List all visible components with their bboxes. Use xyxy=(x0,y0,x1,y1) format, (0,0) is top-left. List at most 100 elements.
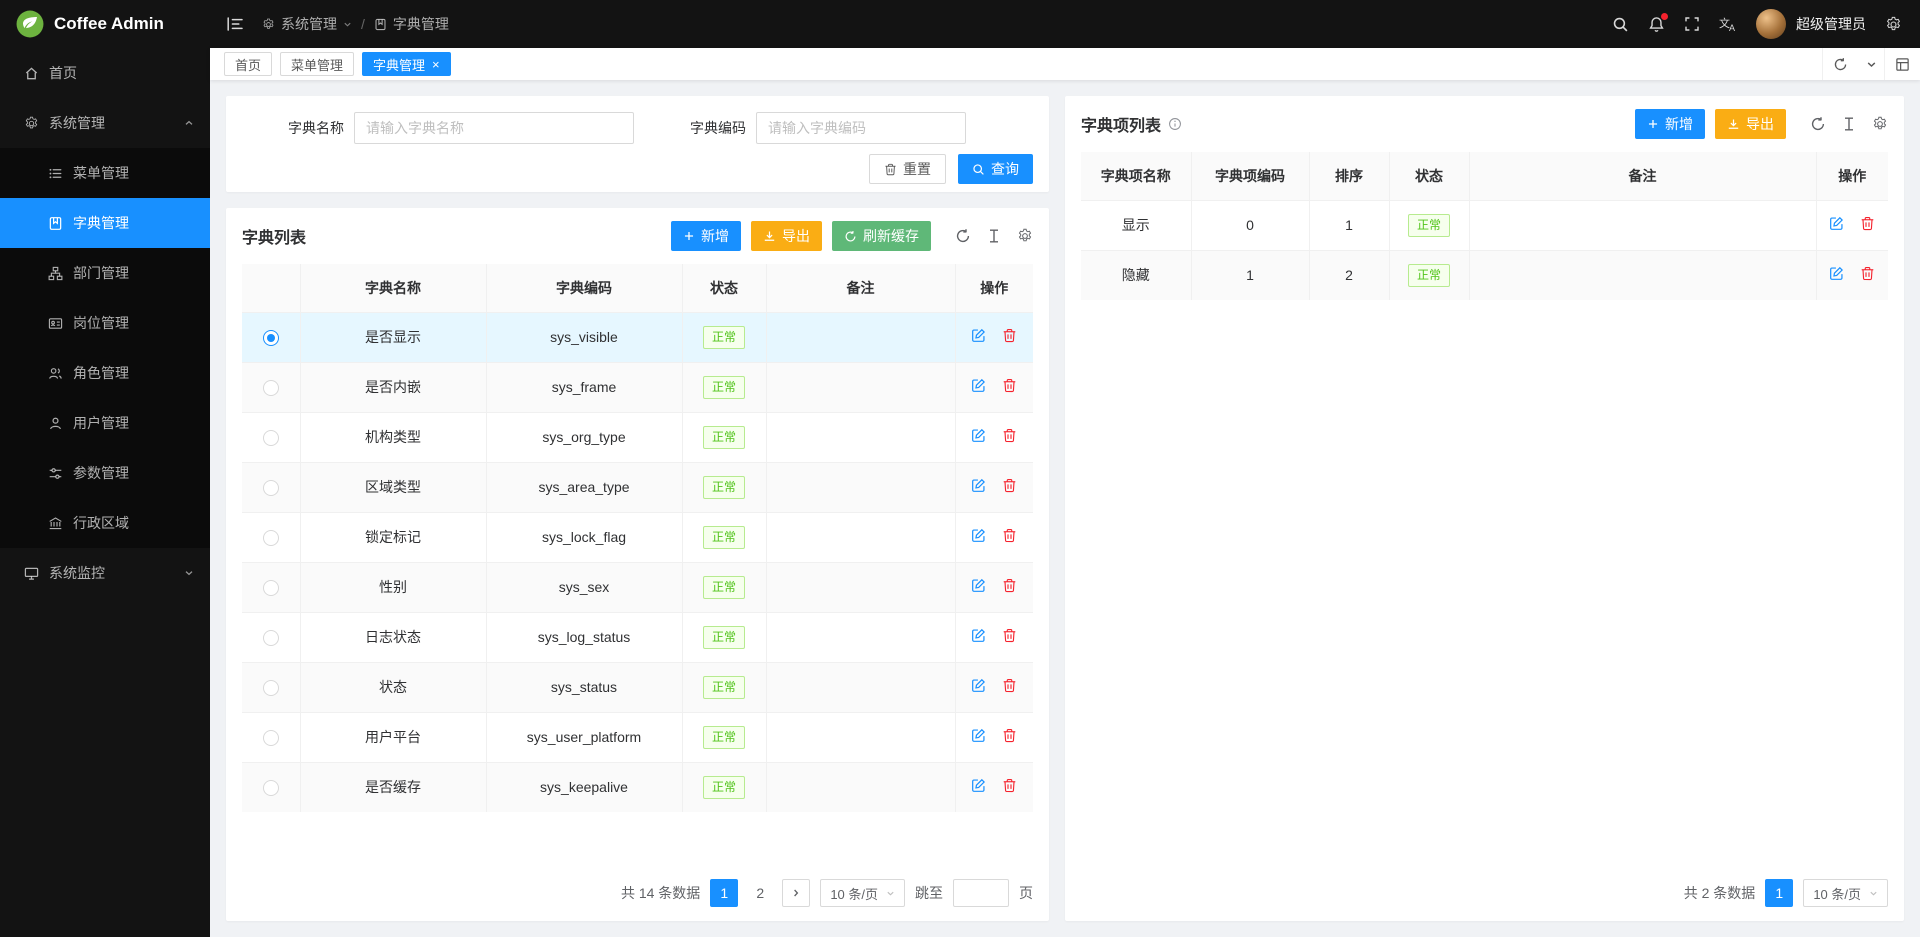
tab-actions-button[interactable] xyxy=(1858,48,1884,80)
sidebar-item-post[interactable]: 岗位管理 xyxy=(0,298,210,348)
delete-icon[interactable] xyxy=(1002,728,1017,743)
delete-icon[interactable] xyxy=(1002,578,1017,593)
delete-icon[interactable] xyxy=(1002,678,1017,693)
notification-bell-button[interactable] xyxy=(1648,16,1665,33)
sidebar-item-dict[interactable]: 字典管理 xyxy=(0,198,210,248)
tab-item-1[interactable]: 菜单管理 xyxy=(280,52,354,76)
edit-icon[interactable] xyxy=(971,328,986,343)
logo[interactable]: Coffee Admin xyxy=(0,0,210,48)
dict-item-row[interactable]: 隐藏12正常 xyxy=(1081,250,1888,300)
chevron-down-icon xyxy=(343,20,352,29)
page-size-select[interactable]: 10 条/页 xyxy=(1803,879,1888,907)
sidebar-item-role[interactable]: 角色管理 xyxy=(0,348,210,398)
sidebar-item-system[interactable]: 系统管理 xyxy=(0,98,210,148)
delete-icon[interactable] xyxy=(1002,528,1017,543)
table-settings-icon[interactable] xyxy=(1017,228,1033,244)
delete-icon[interactable] xyxy=(1002,428,1017,443)
edit-icon[interactable] xyxy=(971,478,986,493)
refresh-tabs-button[interactable] xyxy=(1822,48,1858,80)
row-radio[interactable] xyxy=(263,730,279,746)
edit-icon[interactable] xyxy=(1829,266,1844,281)
column-settings-icon[interactable] xyxy=(986,228,1002,244)
settings-gear-button[interactable] xyxy=(1885,16,1902,33)
row-radio[interactable] xyxy=(263,530,279,546)
next-page-button[interactable] xyxy=(782,879,810,907)
edit-icon[interactable] xyxy=(971,728,986,743)
dict-row[interactable]: 机构类型sys_org_type正常 xyxy=(242,412,1033,462)
edit-icon[interactable] xyxy=(1829,216,1844,231)
page-button-2[interactable]: 2 xyxy=(746,879,774,907)
dict-row[interactable]: 锁定标记sys_lock_flag正常 xyxy=(242,512,1033,562)
dict-row[interactable]: 性别sys_sex正常 xyxy=(242,562,1033,612)
dict-row[interactable]: 日志状态sys_log_status正常 xyxy=(242,612,1033,662)
search-button[interactable] xyxy=(1612,16,1629,33)
sidebar-item-menu[interactable]: 菜单管理 xyxy=(0,148,210,198)
refresh-table-icon[interactable] xyxy=(1810,116,1826,132)
page-size-select[interactable]: 10 条/页 xyxy=(820,879,905,907)
delete-icon[interactable] xyxy=(1002,628,1017,643)
avatar[interactable] xyxy=(1756,9,1786,39)
edit-icon[interactable] xyxy=(971,678,986,693)
row-radio[interactable] xyxy=(263,480,279,496)
delete-icon[interactable] xyxy=(1002,328,1017,343)
row-radio[interactable] xyxy=(263,680,279,696)
dict-row[interactable]: 是否显示sys_visible正常 xyxy=(242,312,1033,362)
edit-icon[interactable] xyxy=(971,628,986,643)
sidebar-item-param[interactable]: 参数管理 xyxy=(0,448,210,498)
delete-icon[interactable] xyxy=(1002,778,1017,793)
dict-row[interactable]: 是否缓存sys_keepalive正常 xyxy=(242,762,1033,812)
row-radio[interactable] xyxy=(263,330,279,346)
page-button-1[interactable]: 1 xyxy=(1765,879,1793,907)
delete-icon[interactable] xyxy=(1002,478,1017,493)
edit-icon[interactable] xyxy=(971,778,986,793)
edit-icon[interactable] xyxy=(971,428,986,443)
menu-fold-button[interactable] xyxy=(226,15,244,33)
add-dict-button[interactable]: 新增 xyxy=(671,221,741,251)
delete-icon[interactable] xyxy=(1860,216,1875,231)
sidebar-item-dept[interactable]: 部门管理 xyxy=(0,248,210,298)
refresh-table-icon[interactable] xyxy=(955,228,971,244)
dict-row[interactable]: 状态sys_status正常 xyxy=(242,662,1033,712)
translate-button[interactable]: 文A xyxy=(1719,15,1737,33)
query-button[interactable]: 查询 xyxy=(958,154,1033,184)
table-settings-icon[interactable] xyxy=(1872,116,1888,132)
row-radio[interactable] xyxy=(263,780,279,796)
delete-icon[interactable] xyxy=(1860,266,1875,281)
sidebar-item-monitor[interactable]: 系统监控 xyxy=(0,548,210,598)
dict-row[interactable]: 用户平台sys_user_platform正常 xyxy=(242,712,1033,762)
dict-name-cell: 用户平台 xyxy=(300,712,486,762)
edit-icon[interactable] xyxy=(971,378,986,393)
remark-cell xyxy=(766,712,955,762)
tab-close-icon[interactable]: × xyxy=(432,58,440,71)
breadcrumb-item-dict[interactable]: 字典管理 xyxy=(374,14,449,34)
dict-row[interactable]: 区域类型sys_area_type正常 xyxy=(242,462,1033,512)
sidebar-item-user[interactable]: 用户管理 xyxy=(0,398,210,448)
reset-button[interactable]: 重置 xyxy=(869,154,946,184)
edit-icon[interactable] xyxy=(971,528,986,543)
export-dict-item-button[interactable]: 导出 xyxy=(1715,109,1786,139)
delete-icon[interactable] xyxy=(1002,378,1017,393)
tab-item-2[interactable]: 字典管理× xyxy=(362,52,451,76)
dict-row[interactable]: 是否内嵌sys_frame正常 xyxy=(242,362,1033,412)
add-dict-item-button[interactable]: 新增 xyxy=(1635,109,1705,139)
edit-icon[interactable] xyxy=(971,578,986,593)
jump-page-input[interactable] xyxy=(953,879,1009,907)
export-dict-button[interactable]: 导出 xyxy=(751,221,822,251)
tab-item-0[interactable]: 首页 xyxy=(224,52,272,76)
fullscreen-button[interactable] xyxy=(1684,16,1700,32)
row-radio[interactable] xyxy=(263,380,279,396)
dict-item-row[interactable]: 显示01正常 xyxy=(1081,200,1888,250)
row-radio[interactable] xyxy=(263,430,279,446)
dict-name-input[interactable] xyxy=(354,112,634,144)
row-radio[interactable] xyxy=(263,580,279,596)
layout-toggle-button[interactable] xyxy=(1884,48,1920,80)
dict-code-input[interactable] xyxy=(756,112,966,144)
sidebar-item-region[interactable]: 行政区域 xyxy=(0,498,210,548)
username[interactable]: 超级管理员 xyxy=(1796,14,1866,34)
column-settings-icon[interactable] xyxy=(1841,116,1857,132)
row-radio[interactable] xyxy=(263,630,279,646)
sidebar-item-home[interactable]: 首页 xyxy=(0,48,210,98)
page-button-1[interactable]: 1 xyxy=(710,879,738,907)
refresh-cache-button[interactable]: 刷新缓存 xyxy=(832,221,931,251)
breadcrumb-item-system[interactable]: 系统管理 xyxy=(262,14,352,34)
